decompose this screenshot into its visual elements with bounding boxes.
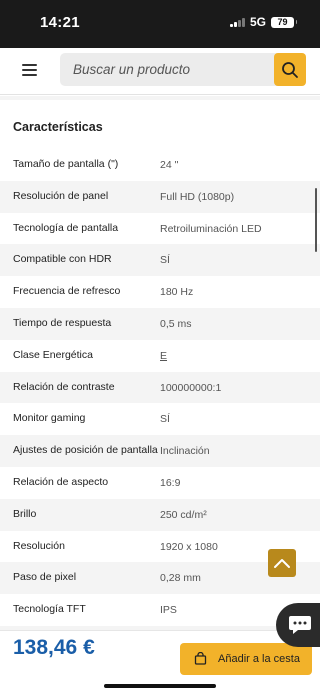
shopping-bag-icon <box>194 652 207 665</box>
spec-row: Clase Energética E <box>0 339 320 372</box>
search-box[interactable]: Buscar un producto <box>60 53 306 86</box>
product-price: 138,46 € <box>13 636 95 659</box>
spec-value: IPS <box>160 604 177 617</box>
energy-class-link[interactable]: E <box>160 350 167 362</box>
spec-row: Relación de aspecto 16:9 <box>0 466 320 499</box>
spec-row: Tecnología TFT IPS <box>0 594 320 626</box>
spec-label: Tamaño de pantalla (") <box>13 158 119 170</box>
spec-value: 180 Hz <box>160 286 194 299</box>
status-time: 14:21 <box>40 14 80 31</box>
spec-value: Full HD (1080p) <box>160 190 235 203</box>
spec-label: Resolución de panel <box>13 189 109 202</box>
spec-value: 100000000:1 <box>160 381 222 394</box>
chat-icon <box>289 616 311 634</box>
spec-value: Inclinación <box>160 445 210 458</box>
spec-label: Relación de aspecto <box>13 475 109 488</box>
search-input[interactable]: Buscar un producto <box>73 62 190 77</box>
spec-value: 1920 x 1080 <box>160 540 218 553</box>
signal-icon <box>230 17 245 27</box>
scroll-to-top-button[interactable] <box>268 549 296 577</box>
battery-level: 79 <box>277 17 288 27</box>
network-type: 5G <box>249 15 266 29</box>
spec-row: Compatible con HDR SÍ <box>0 244 320 277</box>
scrollbar[interactable] <box>314 188 317 252</box>
spec-value: 0,28 mm <box>160 572 201 585</box>
status-bar: 14:21 5G 79 <box>0 0 320 48</box>
spec-row: Tiempo de respuesta 0,5 ms <box>0 307 320 340</box>
spec-label: Frecuencia de refresco <box>13 285 121 298</box>
spec-row: Frecuencia de refresco 180 Hz <box>0 276 320 308</box>
spec-label: Compatible con HDR <box>13 253 112 266</box>
section-header: Características <box>0 100 320 151</box>
spec-label: Brillo <box>13 507 37 520</box>
search-button[interactable] <box>274 53 306 86</box>
search-icon <box>282 61 298 78</box>
add-to-cart-button[interactable]: Añadir a la cesta <box>180 643 312 675</box>
spec-value: 0,5 ms <box>160 317 192 330</box>
spec-label: Tiempo de respuesta <box>13 316 112 329</box>
spec-value: SÍ <box>160 254 170 267</box>
spec-label: Tecnología TFT <box>13 603 86 616</box>
menu-icon[interactable] <box>22 64 37 76</box>
spec-row: Tamaño de pantalla (") 24 " <box>0 149 320 181</box>
spec-value: Retroiluminación LED <box>160 222 262 235</box>
home-indicator <box>104 684 216 688</box>
status-indicators: 5G 79 <box>230 15 297 29</box>
spec-row: Ajustes de posición de pantalla Inclinac… <box>0 435 320 467</box>
header: Buscar un producto <box>0 48 320 95</box>
spec-row: Monitor gaming SÍ <box>0 403 320 436</box>
spec-value: 24 " <box>160 159 179 171</box>
spec-label: Clase Energética <box>13 348 93 361</box>
spec-label: Ajustes de posición de pantalla <box>13 444 158 457</box>
spec-value: 250 cd/m² <box>160 508 207 521</box>
spec-label: Tecnología de pantalla <box>13 221 119 234</box>
spec-row: Resolución de panel Full HD (1080p) <box>0 180 320 213</box>
spec-value: SÍ <box>160 413 170 426</box>
bottom-bar: 138,46 € Añadir a la cesta <box>0 630 320 693</box>
chevron-up-icon <box>274 559 290 568</box>
spec-row: Tecnología de pantalla Retroiluminación … <box>0 212 320 245</box>
add-to-cart-label: Añadir a la cesta <box>218 653 300 665</box>
spec-row: Brillo 250 cd/m² <box>0 498 320 531</box>
section-title: Características <box>13 120 103 134</box>
spec-label: Resolución <box>13 539 65 552</box>
spec-label: Paso de pixel <box>13 571 77 584</box>
spec-label: Relación de contraste <box>13 380 115 393</box>
spec-value: 16:9 <box>160 476 181 489</box>
battery-icon: 79 <box>271 16 297 28</box>
spec-label: Monitor gaming <box>13 412 86 425</box>
spec-row: Relación de contraste 100000000:1 <box>0 371 320 404</box>
chat-button[interactable] <box>276 603 320 647</box>
